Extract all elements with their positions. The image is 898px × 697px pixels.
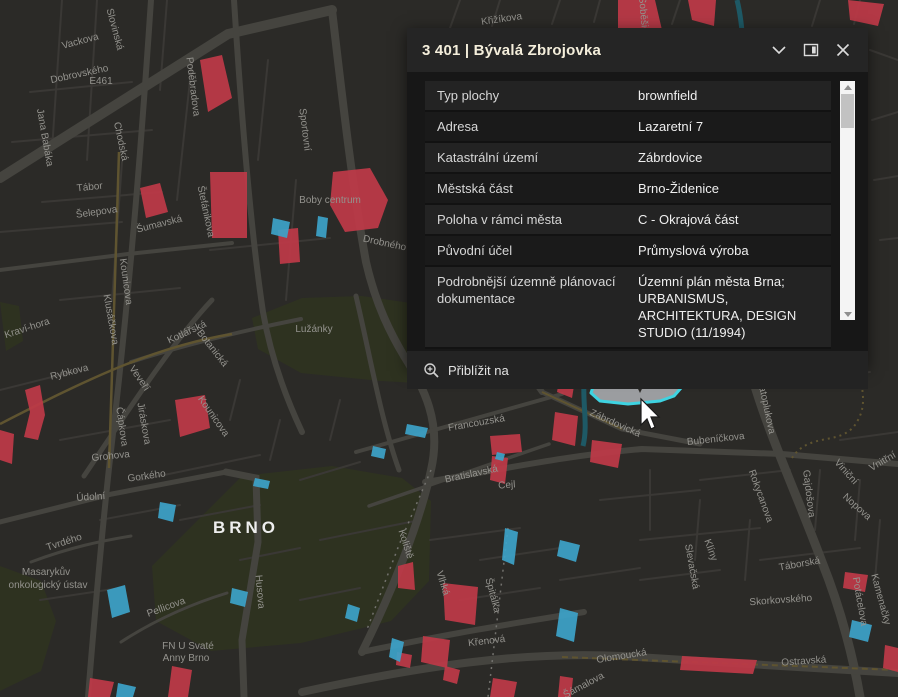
attribute-label: Typ plochy xyxy=(425,81,632,110)
popup-body: Typ plochybrownfieldAdresaLazaretní 7Kat… xyxy=(407,72,868,351)
attribute-row: Původní účelPrůmyslová výroba xyxy=(425,236,831,267)
street-label: E461 xyxy=(89,76,113,87)
attribute-value: Zábrdovice xyxy=(632,143,831,172)
attribute-row: Podrobnější územně plánovací dokumentace… xyxy=(425,267,831,349)
attribute-row: AdresaLazaretní 7 xyxy=(425,112,831,143)
scroll-up-button[interactable] xyxy=(840,81,855,93)
attribute-label: Městská část xyxy=(425,174,632,203)
street-label: FN U Svaté xyxy=(162,641,214,652)
attribute-value: Brno-Židenice xyxy=(632,174,831,203)
attribute-value: brownfield xyxy=(632,81,831,110)
chevron-down-icon xyxy=(771,42,787,58)
triangle-up-icon xyxy=(844,85,852,90)
attribute-value: C - Okrajová část xyxy=(632,205,831,234)
street-label: Masarykův xyxy=(22,566,70,578)
attribute-row: Poloha v rámci městaC - Okrajová část xyxy=(425,205,831,236)
attribute-value: Průmyslová výroba xyxy=(632,236,831,265)
development-zone[interactable] xyxy=(556,608,578,642)
attribute-value: Územní plán města Brna; URBANISMUS, ARCH… xyxy=(632,267,831,347)
popup-footer: Přiblížit na xyxy=(407,351,868,389)
map-view[interactable]: VackovaSlovinskáDobrovskéhoE461Poděbrado… xyxy=(0,0,898,697)
street-label: onkologický ústav xyxy=(9,580,88,591)
popup-scrollbar[interactable] xyxy=(840,81,855,320)
street-label: Boby centrum xyxy=(299,195,361,206)
attribute-label: Poloha v rámci města xyxy=(425,205,632,234)
street-label: Cejl xyxy=(498,479,516,491)
attribute-label: Původní účel xyxy=(425,236,632,265)
street-label: Anny Brno xyxy=(163,653,210,664)
brownfield-zone[interactable] xyxy=(168,666,192,697)
development-zone[interactable] xyxy=(316,216,328,238)
popup-title: 3 401 | Bývalá Zbrojovka xyxy=(422,42,758,59)
attribute-row: Městská částBrno-Židenice xyxy=(425,174,831,205)
close-button[interactable] xyxy=(832,39,854,61)
collapse-button[interactable] xyxy=(768,39,790,61)
attribute-row: Typ plochybrownfield xyxy=(425,81,831,112)
brownfield-zone[interactable] xyxy=(883,645,898,672)
triangle-down-icon xyxy=(844,312,852,317)
zoom-in-icon xyxy=(423,362,440,379)
brownfield-zone[interactable] xyxy=(0,430,14,464)
brownfield-zone[interactable] xyxy=(552,412,578,446)
scrollbar-thumb[interactable] xyxy=(841,94,854,128)
close-icon xyxy=(835,42,851,58)
attribute-label: Katastrální území xyxy=(425,143,632,172)
attribute-value: Lazaretní 7 xyxy=(632,112,831,141)
attribute-label: Podrobnější územně plánovací dokumentace xyxy=(425,267,632,347)
popup-table: Typ plochybrownfieldAdresaLazaretní 7Kat… xyxy=(425,81,831,349)
city-label: BRNO xyxy=(213,518,279,537)
scroll-down-button[interactable] xyxy=(840,308,855,320)
attribute-row: Katastrální územíZábrdovice xyxy=(425,143,831,174)
popup-header: 3 401 | Bývalá Zbrojovka xyxy=(407,28,868,72)
zoom-to-label: Přiblížit na xyxy=(448,363,509,378)
brownfield-zone[interactable] xyxy=(490,434,522,455)
dock-icon xyxy=(803,42,819,58)
attribute-label: Adresa xyxy=(425,112,632,141)
brownfield-zone[interactable] xyxy=(398,562,415,590)
zoom-to-button[interactable]: Přiblížit na xyxy=(423,362,509,379)
dock-button[interactable] xyxy=(800,39,822,61)
popup: 3 401 | Bývalá Zbrojovka Typ plo xyxy=(407,28,868,368)
street-label: Lužánky xyxy=(295,324,332,335)
